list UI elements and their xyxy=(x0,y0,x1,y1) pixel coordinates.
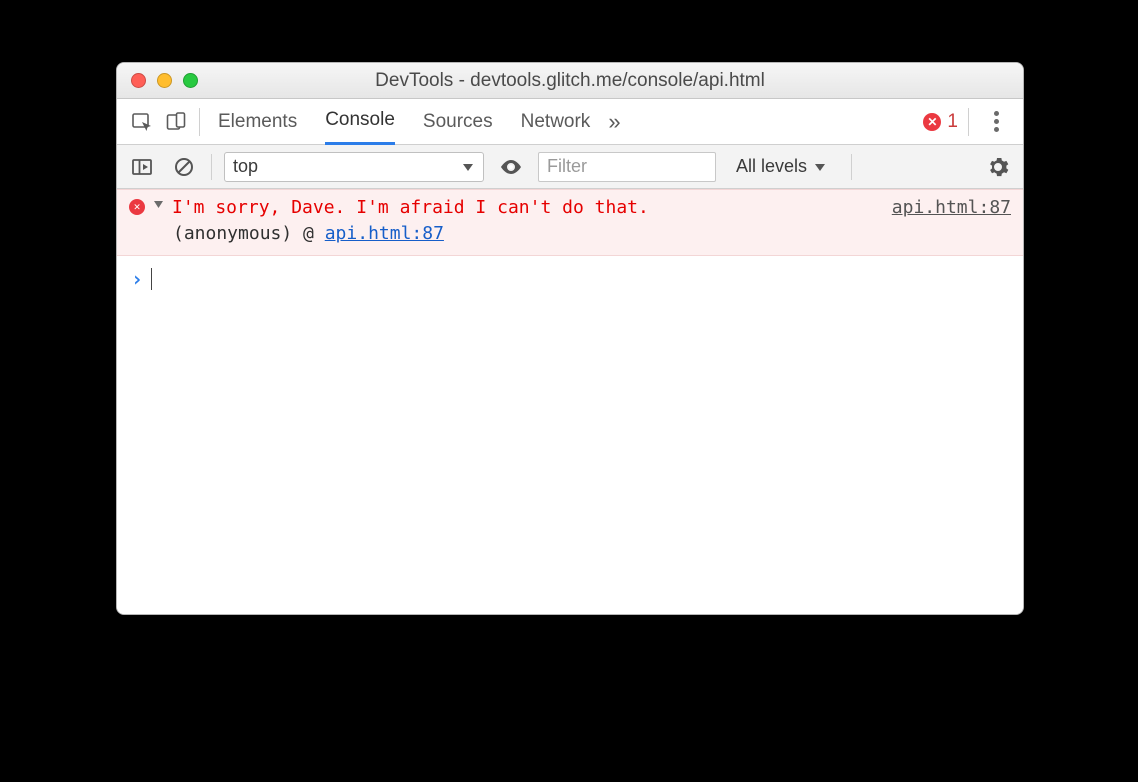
tab-network[interactable]: Network xyxy=(521,99,591,145)
tab-console[interactable]: Console xyxy=(325,99,395,145)
clear-console-icon[interactable] xyxy=(169,152,199,182)
console-toolbar: top All levels xyxy=(117,145,1023,189)
divider xyxy=(211,154,212,180)
text-cursor xyxy=(151,268,152,290)
divider xyxy=(851,154,852,180)
chevron-down-icon xyxy=(461,160,475,174)
expand-toggle-icon[interactable] xyxy=(153,199,164,210)
divider xyxy=(968,108,969,136)
divider xyxy=(199,108,200,136)
title-bar: DevTools - devtools.glitch.me/console/ap… xyxy=(117,63,1023,99)
settings-menu-button[interactable] xyxy=(981,111,1011,132)
tab-sources[interactable]: Sources xyxy=(423,99,493,145)
toggle-console-sidebar-icon[interactable] xyxy=(127,152,157,182)
execution-context-selector[interactable]: top xyxy=(224,152,484,182)
device-toolbar-icon[interactable] xyxy=(159,105,193,139)
inspect-element-icon[interactable] xyxy=(125,105,159,139)
error-count: 1 xyxy=(947,111,958,133)
live-expression-icon[interactable] xyxy=(496,152,526,182)
devtools-window: DevTools - devtools.glitch.me/console/ap… xyxy=(116,62,1024,615)
filter-input[interactable] xyxy=(538,152,716,182)
tabs: Elements Console Sources Network xyxy=(218,99,590,145)
error-icon: ✕ xyxy=(923,113,941,131)
error-icon: ✕ xyxy=(129,199,145,215)
error-source-link[interactable]: api.html:87 xyxy=(892,196,1011,220)
console-error-entry[interactable]: ✕ I'm sorry, Dave. I'm afraid I can't do… xyxy=(117,189,1023,256)
log-levels-label: All levels xyxy=(736,156,807,177)
console-settings-icon[interactable] xyxy=(983,152,1013,182)
devtools-tabbar: Elements Console Sources Network » ✕ 1 xyxy=(117,99,1023,145)
console-output: ✕ I'm sorry, Dave. I'm afraid I can't do… xyxy=(117,189,1023,614)
stack-frame-link[interactable]: api.html:87 xyxy=(325,223,444,244)
window-title: DevTools - devtools.glitch.me/console/ap… xyxy=(117,70,1023,92)
log-levels-selector[interactable]: All levels xyxy=(736,156,827,177)
error-message: I'm sorry, Dave. I'm afraid I can't do t… xyxy=(172,196,649,220)
execution-context-label: top xyxy=(233,156,258,177)
prompt-caret-icon: › xyxy=(131,266,143,293)
tabs-overflow-button[interactable]: » xyxy=(608,109,620,135)
error-count-indicator[interactable]: ✕ 1 xyxy=(923,111,958,133)
stack-frame-label: (anonymous) @ xyxy=(173,223,325,244)
chevron-down-icon xyxy=(813,160,827,174)
tab-elements[interactable]: Elements xyxy=(218,99,297,145)
console-prompt[interactable]: › xyxy=(117,256,1023,303)
error-stack-line: (anonymous) @ api.html:87 xyxy=(173,222,1011,246)
